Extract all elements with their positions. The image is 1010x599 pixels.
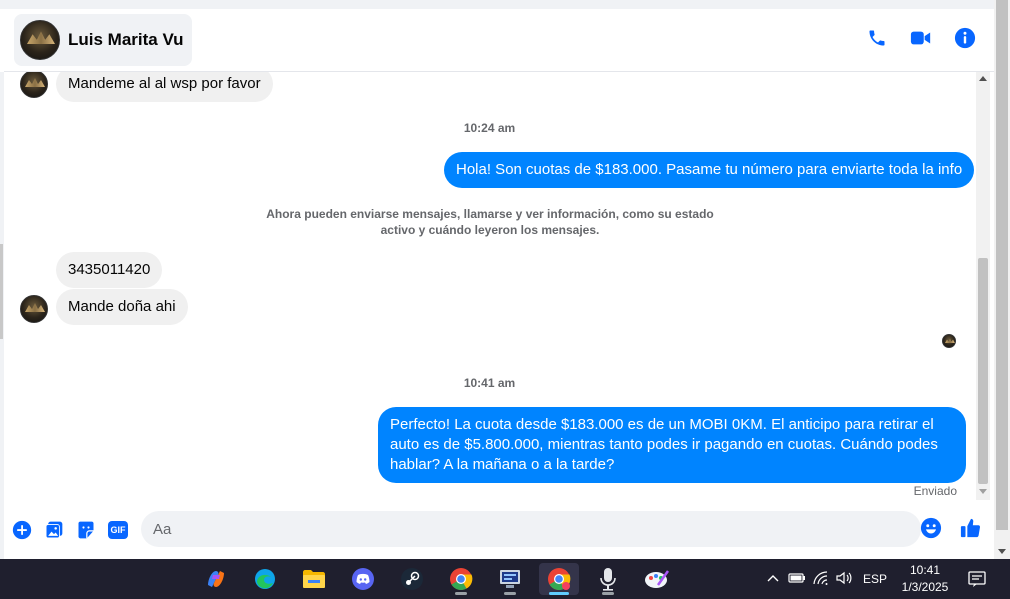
messenger-window: Luis Marita Vu Mandeme al al wsp por fav… bbox=[0, 0, 1010, 559]
video-camera-icon[interactable] bbox=[910, 27, 932, 49]
microphone-app-icon[interactable] bbox=[588, 563, 628, 595]
clock-time: 10:41 bbox=[909, 563, 941, 577]
plus-icon[interactable] bbox=[11, 519, 33, 541]
left-edge-mark bbox=[0, 244, 3, 339]
notification-icon[interactable] bbox=[968, 570, 986, 593]
page-scrollbar[interactable] bbox=[994, 0, 1010, 559]
sender-avatar[interactable] bbox=[20, 72, 48, 98]
language-indicator[interactable]: ESP bbox=[863, 572, 887, 586]
chat-scroll-thumb[interactable] bbox=[978, 258, 988, 484]
timestamp: 10:41 am bbox=[463, 376, 516, 390]
contact-name[interactable]: Luis Marita Vu bbox=[68, 30, 184, 50]
message-list[interactable]: Mandeme al al wsp por favor 10:24 am Hol… bbox=[4, 72, 975, 500]
sticker-icon[interactable] bbox=[75, 519, 97, 541]
taskbar-clock[interactable]: 10:41 1/3/2025 bbox=[897, 562, 953, 596]
emoji-icon[interactable] bbox=[920, 517, 942, 544]
chrome-icon[interactable] bbox=[441, 563, 481, 595]
chrome-profile-icon[interactable] bbox=[539, 563, 579, 595]
image-icon[interactable] bbox=[43, 519, 65, 541]
scroll-down-arrow-icon[interactable] bbox=[979, 489, 987, 494]
page-scroll-down-icon[interactable] bbox=[998, 549, 1006, 554]
wifi-icon[interactable] bbox=[809, 570, 833, 588]
sender-avatar[interactable] bbox=[20, 295, 48, 323]
message-composer: GIF bbox=[4, 500, 994, 559]
paint-app-icon[interactable] bbox=[637, 563, 677, 595]
gif-icon[interactable]: GIF bbox=[107, 519, 129, 541]
message-bubble-in[interactable]: 3435011420 bbox=[56, 252, 163, 288]
delivery-status: Enviado bbox=[913, 484, 957, 498]
system-tray: ESP bbox=[765, 559, 887, 599]
read-receipt-avatar bbox=[942, 334, 956, 348]
message-input[interactable] bbox=[141, 511, 921, 547]
scroll-up-arrow-icon[interactable] bbox=[979, 76, 987, 81]
chevron-up-icon[interactable] bbox=[765, 572, 781, 586]
discord-icon[interactable] bbox=[343, 563, 383, 595]
message-bubble-out[interactable]: Perfecto! La cuota desde $183.000 es de … bbox=[378, 407, 966, 483]
battery-icon[interactable] bbox=[785, 572, 809, 587]
steam-icon[interactable] bbox=[392, 563, 432, 595]
network-app-icon[interactable] bbox=[490, 563, 530, 595]
contact-avatar[interactable] bbox=[20, 20, 60, 60]
volume-icon[interactable] bbox=[833, 571, 855, 588]
phone-icon[interactable] bbox=[866, 27, 888, 49]
gif-label: GIF bbox=[108, 521, 128, 539]
edge-icon[interactable] bbox=[245, 563, 285, 595]
page-scroll-thumb[interactable] bbox=[996, 0, 1008, 530]
clock-date: 1/3/2025 bbox=[901, 580, 949, 594]
copilot-icon[interactable] bbox=[196, 563, 236, 595]
timestamp: 10:24 am bbox=[463, 121, 516, 135]
contact-card[interactable]: Luis Marita Vu bbox=[14, 14, 192, 66]
windows-taskbar: ESP 10:41 1/3/2025 bbox=[0, 559, 1010, 599]
message-bubble-out[interactable]: Hola! Son cuotas de $183.000. Pasame tu … bbox=[444, 152, 975, 188]
info-icon[interactable] bbox=[954, 27, 976, 49]
chat-scrollbar[interactable] bbox=[976, 72, 990, 500]
file-explorer-icon[interactable] bbox=[294, 563, 334, 595]
top-strip bbox=[0, 0, 994, 9]
message-bubble-in[interactable]: Mande doña ahi bbox=[56, 289, 188, 325]
info-notice: Ahora pueden enviarse mensajes, llamarse… bbox=[266, 207, 714, 237]
message-bubble-in[interactable]: Mandeme al al wsp por favor bbox=[56, 72, 273, 102]
header-actions bbox=[866, 27, 976, 49]
chat-header: Luis Marita Vu bbox=[4, 9, 994, 72]
thumbs-up-icon[interactable] bbox=[960, 516, 982, 545]
